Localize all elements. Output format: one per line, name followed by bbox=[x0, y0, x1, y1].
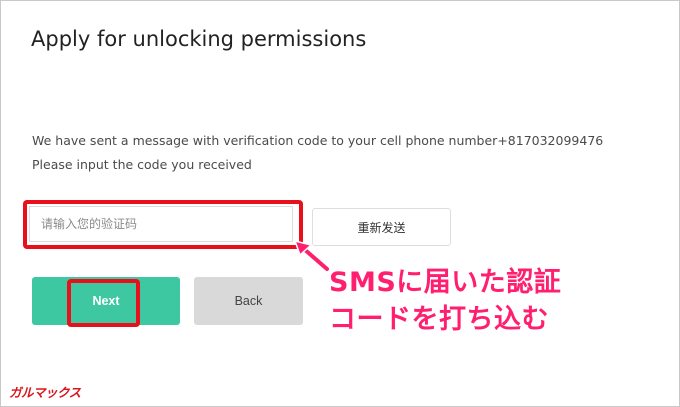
unlock-permission-panel: Apply for unlocking permissions We have … bbox=[0, 0, 680, 407]
annotation-arrow-icon bbox=[294, 240, 331, 273]
next-highlight-box bbox=[67, 279, 140, 327]
back-button[interactable]: Back bbox=[194, 277, 303, 325]
site-watermark: ガルマックス bbox=[9, 385, 81, 400]
annotation-callout: SMSに届いた認証 コードを打ち込む bbox=[329, 264, 561, 338]
page-title: Apply for unlocking permissions bbox=[31, 27, 367, 51]
verification-message: We have sent a message with verification… bbox=[32, 133, 604, 148]
input-highlight-box bbox=[23, 200, 303, 249]
input-instruction: Please input the code you received bbox=[32, 157, 252, 172]
callout-line-1: SMSに届いた認証 bbox=[329, 267, 562, 298]
callout-line-2: コードを打ち込む bbox=[329, 304, 549, 335]
